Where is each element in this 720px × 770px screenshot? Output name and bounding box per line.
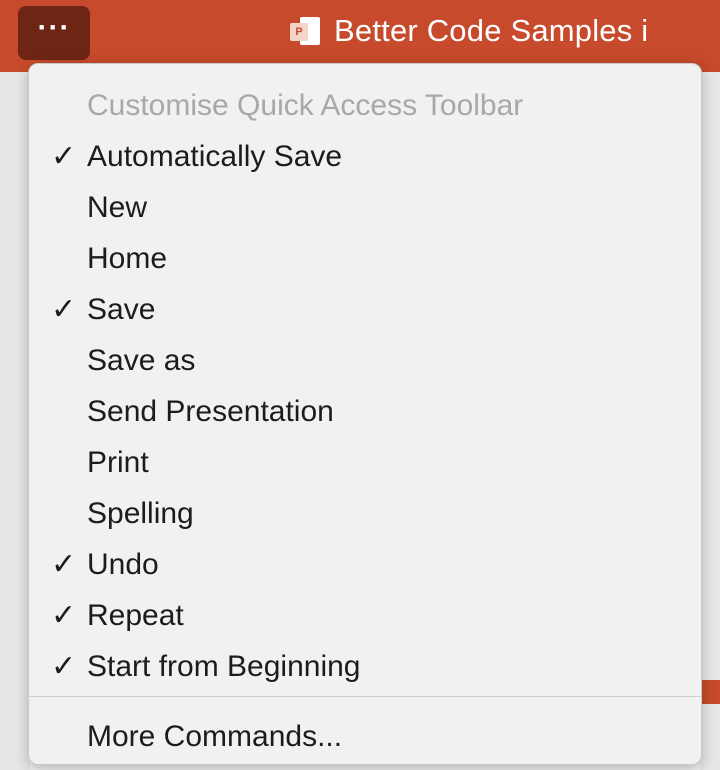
menu-item-automatically-save[interactable]: ✓ Automatically Save	[29, 131, 701, 182]
menu-item-undo[interactable]: ✓ Undo	[29, 539, 701, 590]
menu-list: Customise Quick Access Toolbar ✓ Automati…	[29, 80, 701, 692]
menu-item-new[interactable]: New	[29, 182, 701, 233]
more-options-button[interactable]: ···	[18, 6, 90, 60]
menu-item-label: Spelling	[87, 497, 194, 530]
menu-item-label: Home	[87, 242, 168, 275]
menu-item-label: Start from Beginning	[87, 650, 361, 683]
menu-item-label: Send Presentation	[87, 395, 334, 428]
menu-item-label: Save as	[87, 344, 196, 377]
menu-item-home[interactable]: Home	[29, 233, 701, 284]
background-window-right	[700, 72, 720, 770]
checkmark-icon: ✓	[51, 548, 77, 581]
menu-item-repeat[interactable]: ✓ Repeat	[29, 590, 701, 641]
document-title: P Better Code Samples i	[290, 11, 648, 51]
checkmark-icon: ✓	[51, 650, 77, 683]
menu-item-save-as[interactable]: Save as	[29, 335, 701, 386]
checkmark-icon: ✓	[51, 140, 77, 173]
menu-item-label: Print	[87, 446, 149, 479]
checkmark-icon: ✓	[51, 293, 77, 326]
background-accent	[700, 680, 720, 704]
menu-divider	[29, 696, 701, 697]
menu-item-print[interactable]: Print	[29, 437, 701, 488]
title-bar: ··· P Better Code Samples i	[0, 0, 720, 72]
menu-item-label: Undo	[87, 548, 159, 581]
menu-item-label: Save	[87, 293, 156, 326]
menu-item-label: Repeat	[87, 599, 184, 632]
document-title-text: Better Code Samples i	[334, 13, 649, 48]
checkmark-icon: ✓	[51, 599, 77, 632]
powerpoint-file-icon: P	[290, 15, 320, 47]
menu-header: Customise Quick Access Toolbar	[87, 89, 524, 122]
menu-item-spelling[interactable]: Spelling	[29, 488, 701, 539]
background-window-left	[0, 72, 30, 770]
powerpoint-badge: P	[290, 23, 308, 41]
menu-item-label: Automatically Save	[87, 140, 343, 173]
menu-item-label: New	[87, 191, 148, 224]
quick-access-toolbar-menu: Customise Quick Access Toolbar ✓ Automati…	[28, 63, 702, 765]
menu-item-start-from-beginning[interactable]: ✓ Start from Beginning	[29, 641, 701, 692]
more-commands-item[interactable]: More Commands...	[29, 714, 701, 760]
menu-item-send-presentation[interactable]: Send Presentation	[29, 386, 701, 437]
menu-item-save[interactable]: ✓ Save	[29, 284, 701, 335]
